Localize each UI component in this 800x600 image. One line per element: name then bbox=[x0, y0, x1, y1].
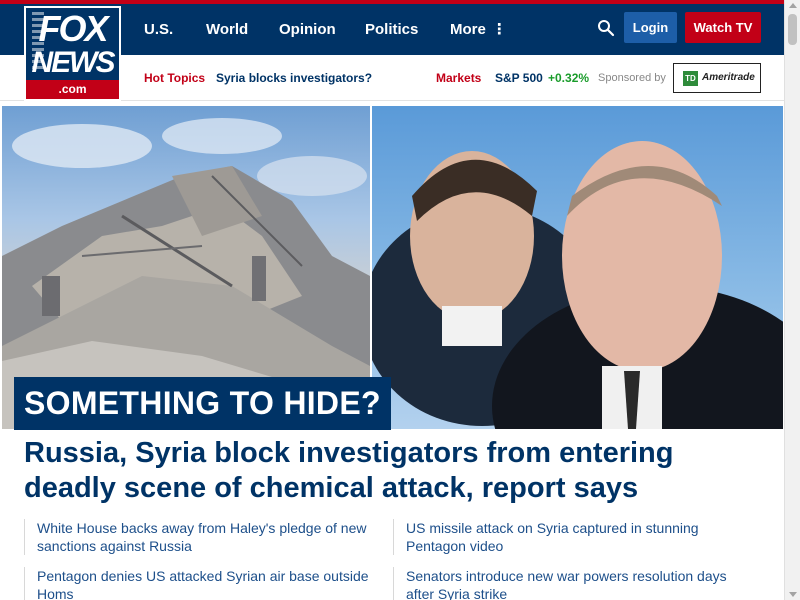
sponsor-logo[interactable]: TD Ameritrade bbox=[673, 63, 761, 93]
sponsored-by-label: Sponsored by bbox=[598, 72, 666, 84]
vertical-scrollbar[interactable] bbox=[784, 0, 800, 600]
leaders-illustration bbox=[372, 141, 783, 429]
related-story-link[interactable]: Senators introduce new war powers resolu… bbox=[393, 567, 753, 600]
hero-headline[interactable]: Russia, Syria block investigators from e… bbox=[24, 436, 764, 506]
hot-topic-link[interactable]: Syria blocks investigators? bbox=[216, 55, 372, 101]
logo-com-text: .com bbox=[26, 80, 119, 99]
nav-item-politics[interactable]: Politics bbox=[365, 4, 418, 55]
nav-more-label: More bbox=[450, 21, 486, 38]
market-index-name[interactable]: S&P 500 bbox=[495, 55, 543, 101]
scroll-down-arrow-icon[interactable] bbox=[789, 592, 797, 597]
related-story-link[interactable]: White House backs away from Haley's pled… bbox=[24, 519, 374, 555]
market-index-change: +0.32% bbox=[548, 71, 590, 85]
related-story-link[interactable]: Pentagon denies US attacked Syrian air b… bbox=[24, 567, 374, 600]
search-icon[interactable] bbox=[597, 19, 615, 37]
watch-tv-button[interactable]: Watch TV bbox=[685, 12, 761, 43]
markets-link[interactable]: Markets bbox=[436, 55, 481, 101]
leaders-photo bbox=[372, 106, 783, 429]
more-dots-icon: ⋮ bbox=[491, 21, 507, 38]
related-story-link[interactable]: US missile attack on Syria captured in s… bbox=[393, 519, 753, 555]
fox-news-logo[interactable]: FOX NEWS .com bbox=[24, 6, 121, 101]
logo-news-text: NEWS bbox=[31, 46, 116, 79]
scrollbar-thumb[interactable] bbox=[788, 14, 797, 45]
nav-item-opinion[interactable]: Opinion bbox=[279, 4, 336, 55]
login-button[interactable]: Login bbox=[624, 12, 677, 43]
nav-item-world[interactable]: World bbox=[206, 4, 248, 55]
sponsor-name: Ameritrade bbox=[702, 72, 755, 83]
hot-topics-label: Hot Topics bbox=[144, 71, 206, 85]
hero-kicker[interactable]: SOMETHING TO HIDE? bbox=[14, 377, 391, 430]
nav-item-more[interactable]: More ⋮ bbox=[450, 4, 507, 55]
td-badge: TD bbox=[683, 71, 698, 86]
scroll-up-arrow-icon[interactable] bbox=[789, 3, 797, 8]
logo-fox-text: FOX bbox=[38, 8, 108, 49]
nav-item-us[interactable]: U.S. bbox=[144, 4, 173, 55]
